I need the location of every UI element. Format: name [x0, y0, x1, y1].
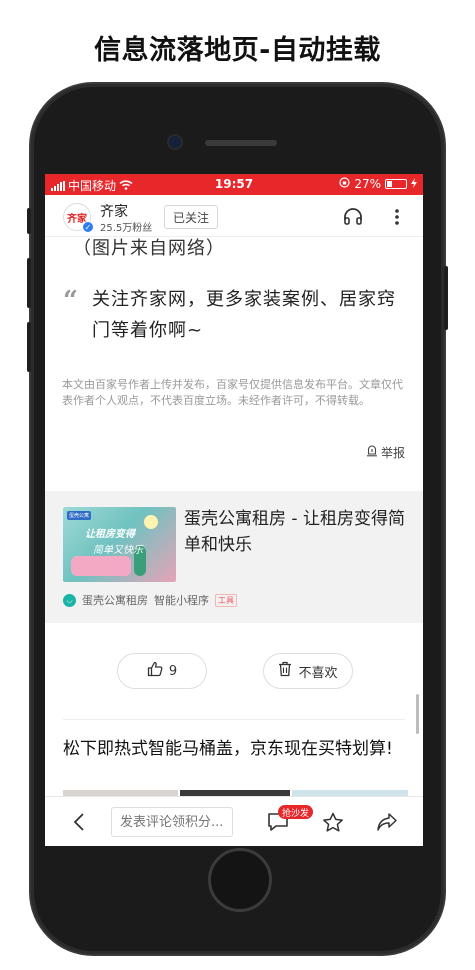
- power-button: [444, 266, 448, 330]
- headphones-icon[interactable]: [342, 206, 364, 228]
- section-divider: [63, 719, 405, 720]
- rotation-lock-icon: [339, 177, 350, 191]
- home-button[interactable]: [208, 848, 272, 912]
- thumb-slogan-line2: 简单又快乐: [93, 545, 143, 556]
- charging-icon: [411, 177, 417, 191]
- ad-title[interactable]: 蛋壳公寓租房 - 让租房变得简单和快乐: [184, 506, 409, 558]
- article-quote: 关注齐家网，更多家装案例、居家窍门等着你啊~: [92, 289, 396, 341]
- silent-switch: [27, 208, 31, 234]
- follow-button[interactable]: 已关注: [164, 205, 219, 229]
- bottom-toolbar: 抢沙发: [45, 796, 423, 846]
- battery-percent: 27%: [354, 177, 381, 191]
- like-count: 9: [168, 663, 178, 679]
- trash-icon: [278, 661, 292, 681]
- more-icon[interactable]: [386, 206, 408, 228]
- thumb-slogan-line1: 让租房变得: [85, 529, 135, 540]
- back-icon[interactable]: [69, 811, 89, 833]
- page-heading: 信息流落地页-自动挂载: [94, 35, 381, 66]
- star-icon[interactable]: [321, 810, 345, 834]
- like-button[interactable]: 9: [117, 653, 207, 689]
- sofa-graphic: [71, 556, 131, 576]
- ad-thumbnail[interactable]: 蛋壳公寓 让租房变得 简单又快乐: [63, 507, 176, 582]
- comment-input[interactable]: [111, 807, 233, 837]
- account-name[interactable]: 齐家: [100, 201, 128, 221]
- thumb-brand-tag: 蛋壳公寓: [67, 511, 92, 520]
- dislike-label: 不喜欢: [298, 665, 338, 681]
- sofa-badge: 抢沙发: [278, 805, 314, 819]
- image-caption: （图片来自网络）: [73, 238, 225, 259]
- mini-program-ad-card[interactable]: 蛋壳公寓 让租房变得 简单又快乐 蛋壳公寓租房 - 让租房变得简单和快乐 ◡ 蛋…: [45, 491, 423, 623]
- status-bar: 中国移动 19:57 27%: [45, 174, 423, 195]
- report-button[interactable]: 举报: [366, 444, 405, 461]
- ad-type: 智能小程序: [154, 594, 209, 607]
- quote-icon: “: [63, 286, 78, 316]
- fans-count: 25.5万粉丝: [100, 223, 153, 234]
- verified-icon: ✓: [82, 221, 94, 233]
- recommended-article-title[interactable]: 松下即热式智能马桶盖，京东现在买特划算!: [63, 736, 408, 762]
- share-icon[interactable]: [375, 810, 399, 834]
- article-header: 齐家 ✓ 齐家 25.5万粉丝 已关注: [45, 195, 423, 237]
- report-icon: [366, 445, 378, 460]
- mini-program-icon: ◡: [63, 593, 76, 607]
- ad-tag: 工具: [215, 593, 237, 607]
- ad-source: 蛋壳公寓租房: [82, 594, 148, 607]
- dislike-button[interactable]: 不喜欢: [263, 653, 353, 689]
- earpiece-speaker: [205, 140, 277, 146]
- thumbs-up-icon: [147, 661, 163, 681]
- scrollbar[interactable]: [416, 694, 419, 734]
- ad-meta: ◡ 蛋壳公寓租房 智能小程序 工具: [63, 592, 237, 608]
- report-label: 举报: [380, 446, 405, 460]
- phone-screen: 中国移动 19:57 27% 齐家 ✓ 齐家 25.5万粉丝 已关注 （图片来自…: [45, 174, 423, 846]
- copyright-disclaimer: 本文由百家号作者上传并发布，百家号仅提供信息发布平台。文章仅代表作者个人观点，不…: [62, 378, 403, 407]
- front-camera: [169, 136, 181, 148]
- volume-down-button: [27, 322, 31, 372]
- battery-icon: [385, 179, 407, 189]
- lamp-graphic: [144, 515, 158, 529]
- volume-up-button: [27, 258, 31, 308]
